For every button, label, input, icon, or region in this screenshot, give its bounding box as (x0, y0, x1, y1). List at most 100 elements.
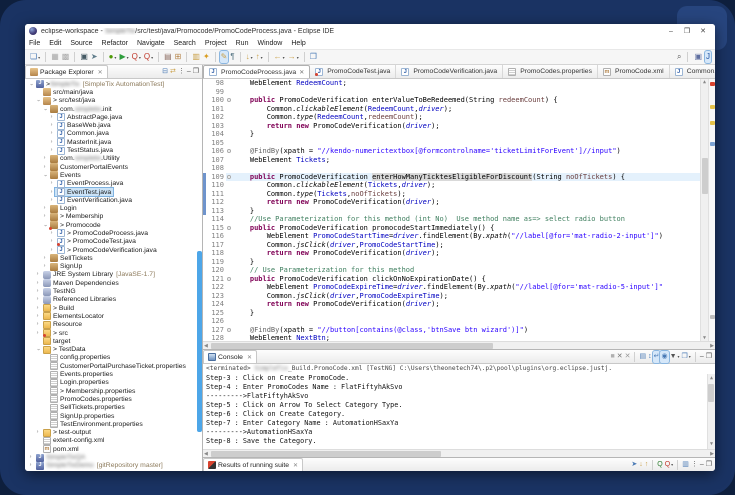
code-line[interactable]: 104 } (203, 130, 700, 139)
tree-item[interactable]: Events.properties (25, 370, 202, 378)
tree-item[interactable]: mpom.xml (25, 445, 202, 453)
chevron-collapsed-icon[interactable]: › (48, 189, 55, 196)
console-vertical-scrollbar[interactable]: ▲ ▼ (707, 374, 715, 449)
code-line[interactable]: 128 WebElement NextBtn; (203, 334, 700, 341)
line-number[interactable]: 127 (206, 326, 226, 335)
fold-icon[interactable] (227, 149, 231, 153)
menu-project[interactable]: Project (205, 40, 227, 47)
code-lines[interactable]: 98 WebElement RedeemCount;99100 public P… (203, 79, 700, 341)
code-line[interactable]: 101 Common.clickableElement(RedeemCount,… (203, 105, 700, 114)
forward-button[interactable]: →▾ (287, 51, 300, 63)
tree-item[interactable]: ›> Build (25, 304, 202, 312)
line-number[interactable]: 124 (206, 300, 226, 309)
editor-tab-promocodeverification-java[interactable]: JPromoCodeVerification.java (396, 65, 503, 78)
editor-vertical-scrollbar[interactable]: ▲ ▼ (700, 79, 708, 341)
debug-button[interactable]: ●▾ (108, 51, 118, 63)
code-line[interactable]: 114 //Use Parameterization for this meth… (203, 215, 700, 224)
run-config-button[interactable]: Q▾ (131, 51, 142, 63)
scrollbar-thumb[interactable] (211, 451, 441, 457)
annotation-mark[interactable] (710, 121, 715, 125)
tree-item[interactable]: ›JSimpleTixDemo[gitRepository master] (25, 462, 202, 470)
line-number[interactable]: 101 (206, 105, 226, 114)
chevron-collapsed-icon[interactable]: › (34, 280, 41, 287)
chevron-collapsed-icon[interactable]: › (41, 164, 48, 171)
tree-item[interactable]: ›> Promocode (25, 221, 202, 229)
new-wizard-button[interactable]: ❏▾ (29, 51, 41, 63)
scroll-left-icon[interactable]: ◀ (204, 450, 208, 457)
tree-item[interactable]: ›JRE System Library [JavaSE-1.7] (25, 271, 202, 279)
tree-item[interactable]: PromoCodes.properties (25, 395, 202, 403)
chevron-collapsed-icon[interactable]: › (48, 230, 55, 237)
minimize-button[interactable]: – (663, 28, 679, 35)
line-number[interactable]: 115 (206, 224, 226, 233)
tree-item[interactable]: extent-config.xml (25, 437, 202, 445)
chevron-collapsed-icon[interactable]: › (41, 255, 48, 262)
menu-refactor[interactable]: Refactor (102, 40, 128, 47)
chevron-collapsed-icon[interactable]: › (34, 271, 41, 278)
show-whitespace-button[interactable]: ¶ (229, 51, 235, 63)
chevron-expanded-icon[interactable]: › (41, 106, 48, 113)
show-failures-button[interactable]: ➤ (630, 459, 638, 471)
minimize-view-button[interactable]: – (699, 351, 705, 363)
line-number[interactable]: 126 (206, 317, 226, 326)
code-line[interactable]: 127 @FindBy(xpath = "//button[contains(@… (203, 326, 700, 335)
line-number[interactable]: 104 (206, 130, 226, 139)
annotation-mark[interactable] (710, 142, 715, 146)
tree-item[interactable]: ›JBaseWeb.java (25, 121, 202, 129)
code-line[interactable]: 100 public PromoCodeVerification enterVa… (203, 96, 700, 105)
code-line[interactable]: 116 WebElement PromoCodeStartTime=driver… (203, 232, 700, 241)
overview-ruler[interactable] (708, 79, 715, 341)
rerun-tests-button[interactable]: Q (656, 459, 663, 471)
tree-item[interactable]: src/main/java (25, 88, 202, 96)
scroll-up-icon[interactable]: ▲ (701, 79, 708, 85)
menu-window[interactable]: Window (257, 40, 282, 47)
fold-icon[interactable] (227, 226, 231, 230)
chevron-collapsed-icon[interactable]: › (34, 321, 41, 328)
line-number[interactable]: 113 (206, 207, 226, 216)
chevron-collapsed-icon[interactable]: › (41, 263, 48, 270)
tree-item[interactable]: ›CustomerPortalEvents (25, 163, 202, 171)
tree-item[interactable]: CustomerPortalPurchaseTicket.properties (25, 362, 202, 370)
chevron-collapsed-icon[interactable]: › (48, 139, 55, 146)
menu-run[interactable]: Run (236, 40, 249, 47)
chevron-collapsed-icon[interactable]: › (41, 213, 48, 220)
code-line[interactable]: 102 Common.type(RedeemCount,redeemCount)… (203, 113, 700, 122)
line-number[interactable]: 108 (206, 164, 226, 173)
close-icon[interactable]: ✕ (247, 354, 252, 361)
line-number[interactable]: 103 (206, 122, 226, 131)
tree-item[interactable]: Login.properties (25, 379, 202, 387)
terminal-button[interactable]: ▣ (79, 51, 89, 63)
line-number[interactable]: 111 (206, 190, 226, 199)
back-button[interactable]: ←▾ (273, 51, 286, 63)
line-number[interactable]: 100 (206, 96, 226, 105)
line-number[interactable]: 119 (206, 258, 226, 267)
view-menu-button[interactable]: ⋮ (177, 66, 186, 78)
display-selected-console-button[interactable]: ▼▾ (669, 351, 681, 363)
tree-item[interactable]: ›JEventProcess.java (25, 180, 202, 188)
code-line[interactable]: 111 Common.type(Tickets,noOfTickets); (203, 190, 700, 199)
scrollbar-thumb[interactable] (211, 343, 493, 349)
line-number[interactable]: 109 (206, 173, 226, 182)
new-package-button[interactable]: ⊞ (174, 51, 183, 63)
close-button[interactable]: ✕ (695, 27, 711, 35)
code-line[interactable]: 113 } (203, 207, 700, 216)
line-number[interactable]: 118 (206, 249, 226, 258)
chevron-expanded-icon[interactable]: › (34, 346, 41, 353)
tree-item[interactable]: ›TestNG (25, 287, 202, 295)
line-number[interactable]: 114 (206, 215, 226, 224)
tree-item[interactable]: > Membership.properties (25, 387, 202, 395)
maximize-view-button[interactable]: ❐ (705, 351, 713, 363)
quick-access-search-button[interactable]: ⌕ (676, 51, 682, 63)
maximize-view-button[interactable]: ❐ (705, 459, 713, 471)
tree-item[interactable]: config.properties (25, 354, 202, 362)
view-menu-button[interactable]: ⋮ (690, 459, 699, 471)
editor-tab-promocodes-properties[interactable]: PromoCodes.properties (503, 65, 598, 78)
code-line[interactable]: 121 public PromoCodeVerification clickOn… (203, 275, 700, 284)
chevron-collapsed-icon[interactable]: › (27, 462, 34, 469)
scrollbar-thumb[interactable] (708, 384, 714, 402)
chevron-collapsed-icon[interactable]: › (48, 238, 55, 245)
line-number[interactable]: 121 (206, 275, 226, 284)
java-perspective-button[interactable]: J (705, 51, 711, 63)
maximize-view-button[interactable]: ❐ (192, 66, 200, 78)
tab-results-of-running-suite[interactable]: Results of running suite ✕ (203, 458, 303, 471)
